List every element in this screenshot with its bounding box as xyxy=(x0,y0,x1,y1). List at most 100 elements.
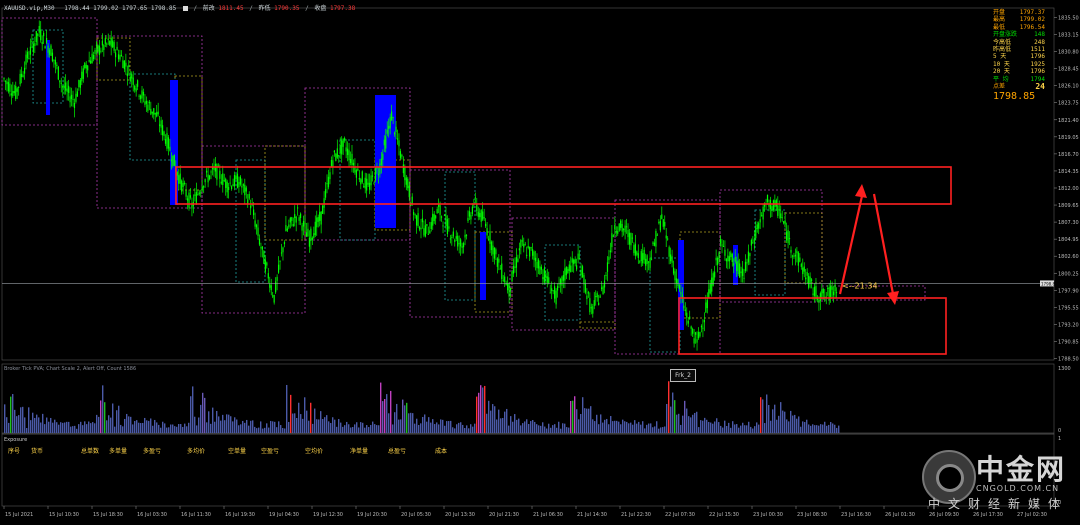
stats-row-label: 最高 xyxy=(993,16,1006,24)
volume-bar xyxy=(652,427,654,433)
volume-bar xyxy=(510,416,512,433)
volume-bar xyxy=(502,417,504,433)
candle-body xyxy=(22,75,24,77)
watermark-logo: 中金网 CNGOLD.COM.CN 中文财经新媒体 xyxy=(918,440,1080,515)
volume-bar xyxy=(54,419,56,433)
volume-bar xyxy=(154,419,156,433)
volume-bar xyxy=(634,420,636,433)
volume-bar xyxy=(458,422,460,433)
volume-bar xyxy=(344,425,346,433)
volume-bar xyxy=(788,421,790,433)
candle-body xyxy=(470,214,472,220)
candle-body xyxy=(137,80,139,87)
stats-row-label: 5 天 xyxy=(993,53,1007,61)
volume-bar xyxy=(114,426,116,433)
volume-bar xyxy=(272,421,274,433)
exposure-title: Exposure xyxy=(4,437,28,443)
volume-bar xyxy=(342,426,344,433)
y-tick-label: 1788.50 xyxy=(1058,357,1079,363)
candle-body xyxy=(640,251,642,262)
session-box xyxy=(444,171,476,301)
volume-bar xyxy=(628,423,630,433)
candle-body xyxy=(327,176,330,188)
volume-bar xyxy=(604,419,606,433)
candle-body xyxy=(656,234,658,236)
candle-body xyxy=(172,155,174,166)
candle-body xyxy=(721,244,723,246)
candle-body xyxy=(107,38,109,40)
candle-body xyxy=(219,170,221,179)
volume-bar xyxy=(238,425,240,433)
volume-bar xyxy=(548,423,550,433)
candle-body xyxy=(446,219,449,235)
volume-bar xyxy=(278,421,280,433)
volume-bar xyxy=(364,427,366,433)
volume-bar xyxy=(578,419,580,433)
candle-body xyxy=(291,217,293,221)
volume-bar xyxy=(76,428,78,433)
candle-body xyxy=(618,223,620,231)
volume-bar xyxy=(436,422,438,433)
volume-bar xyxy=(370,424,372,433)
session-box xyxy=(264,145,306,241)
volume-bar xyxy=(708,421,710,433)
y-tick-label: 1804.95 xyxy=(1058,237,1079,243)
candle-body xyxy=(276,276,278,281)
candle-body xyxy=(527,245,529,248)
candle-body xyxy=(570,265,572,273)
volume-bar xyxy=(420,423,422,433)
frk-button[interactable]: Frk_2 xyxy=(670,369,696,382)
volume-bar xyxy=(822,424,824,433)
candle-body xyxy=(830,285,832,298)
candle-body xyxy=(731,254,733,263)
resistance-zone-box xyxy=(175,166,952,205)
candle-body xyxy=(530,247,532,249)
candle-body xyxy=(66,88,68,92)
y-tick-label: 1812.00 xyxy=(1058,186,1079,192)
volume-bar xyxy=(804,422,806,433)
countdown-label: <--21:34 xyxy=(842,281,878,290)
candle-body xyxy=(646,255,648,264)
candle-body xyxy=(800,263,802,267)
volume-bar xyxy=(786,419,788,433)
volume-bar xyxy=(100,400,102,433)
up-arrow-line xyxy=(838,195,864,295)
volume-bar xyxy=(716,418,718,433)
volume-bar xyxy=(340,422,342,433)
volume-bar xyxy=(600,414,602,433)
candle-body xyxy=(518,248,520,251)
candle-body xyxy=(686,312,688,318)
candle-body xyxy=(537,259,540,269)
candle-body xyxy=(749,253,751,257)
candle-body xyxy=(201,186,203,191)
current-price-tag-label: 1798.85 xyxy=(1041,281,1058,286)
candle-body xyxy=(44,46,46,49)
volume-bar xyxy=(168,427,170,433)
candle-body xyxy=(45,38,48,43)
candle-body xyxy=(322,205,324,214)
y-tick-label: 1821.40 xyxy=(1058,118,1079,124)
stats-row-label: 昨高低 xyxy=(993,46,1012,54)
volume-bar xyxy=(724,420,726,433)
volume-bar xyxy=(524,421,526,433)
volume-bar xyxy=(8,422,10,433)
volume-bar xyxy=(430,422,432,433)
volume-bar xyxy=(424,414,426,433)
candle-body xyxy=(778,209,780,211)
candle-body xyxy=(336,148,338,158)
candle-body xyxy=(25,54,27,65)
candle-body xyxy=(426,224,428,226)
candle-body xyxy=(242,184,244,186)
candle-body xyxy=(57,66,59,80)
watermark-domain: CNGOLD.COM.CN xyxy=(976,484,1060,493)
candle-body xyxy=(659,220,661,231)
volume-bar xyxy=(204,397,206,433)
candle-body xyxy=(198,192,200,195)
watermark-subtitle: 中文财经新媒体 xyxy=(928,497,1069,511)
candle-body xyxy=(605,275,607,277)
candle-body xyxy=(435,215,437,219)
candle-body xyxy=(210,171,212,173)
volume-bar xyxy=(748,421,750,433)
candle-body xyxy=(386,129,388,134)
volume-bar xyxy=(834,424,836,433)
